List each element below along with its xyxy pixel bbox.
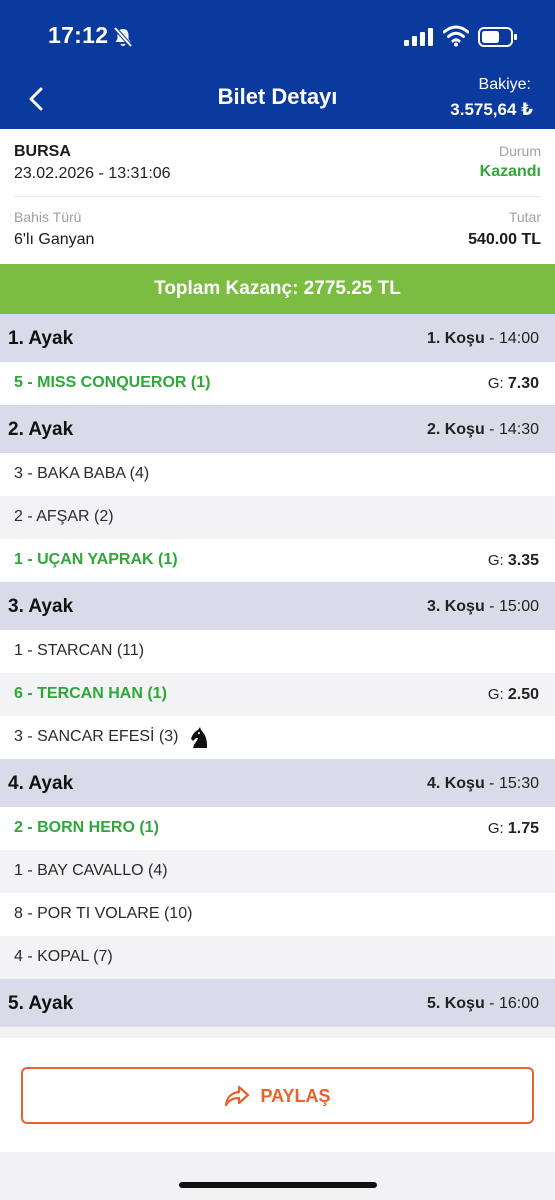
race-time: - 16:00 <box>484 995 539 1012</box>
horse-name: 2 - AFŞAR (2) <box>14 508 114 525</box>
horse-row: 1 - BAY CAVALLO (4) <box>0 850 555 893</box>
share-button[interactable]: PAYLAŞ <box>21 1067 534 1124</box>
bet-type-value: 6'lı Ganyan <box>14 231 95 248</box>
race-time: - 15:30 <box>484 775 539 792</box>
odds-number: 1.75 <box>507 820 539 837</box>
horse-row: 2 - AFŞAR (2) <box>0 496 555 539</box>
leg-race-info: 5. Koşu - 16:00 <box>427 995 539 1013</box>
race-number: 4. Koşu <box>426 775 485 792</box>
amount-value: 540.00 TL <box>468 231 541 248</box>
horse-name: 1 - UÇAN YAPRAK (1) <box>14 551 178 568</box>
race-number: 2. Koşu <box>426 421 485 438</box>
leg-race-info: 4. Koşu - 15:30 <box>427 775 539 793</box>
odds-value: G: 2.50 <box>488 686 539 704</box>
wifi-icon <box>443 25 469 47</box>
odds-prefix: G: <box>487 375 504 392</box>
share-arrow-icon <box>225 1086 250 1107</box>
odds-value: G: 7.30 <box>488 375 539 393</box>
leg-title: 4. Ayak <box>8 773 74 794</box>
odds-number: 2.50 <box>507 686 539 703</box>
signal-icon <box>404 28 433 46</box>
horse-row: 8 - POR TI VOLARE (10) <box>0 893 555 936</box>
status-bar: 17:12 <box>0 0 555 72</box>
race-number: 3. Koşu <box>426 598 485 615</box>
leg-header: 5. Ayak 5. Koşu - 16:00 <box>0 979 555 1027</box>
odds-prefix: G: <box>487 686 504 703</box>
leg-header: 4. Ayak 4. Koşu - 15:30 <box>0 759 555 807</box>
race-number: 1. Koşu <box>426 330 485 347</box>
legs-list[interactable]: 1. Ayak 1. Koşu - 14:00 5 - MISS CONQUEROR… <box>0 314 555 1038</box>
odds-number: 3.35 <box>507 552 539 569</box>
leg-race-info: 3. Koşu - 15:00 <box>427 598 539 616</box>
race-number: 5. Koşu <box>426 995 485 1012</box>
winning-horse-row: 5 - MISS CONQUEROR (1) G: 7.30 <box>0 362 555 405</box>
status-label: Durum <box>498 143 541 159</box>
leg-header: 1. Ayak 1. Koşu - 14:00 <box>0 314 555 362</box>
horse-name: 1 - BAY CAVALLO (4) <box>14 862 168 879</box>
battery-icon <box>478 27 517 47</box>
horse-name: 8 - POR TI VOLARE (10) <box>14 905 193 922</box>
bet-type-label: Bahis Türü <box>14 209 82 225</box>
leg-race-info: 1. Koşu - 14:00 <box>427 330 539 348</box>
leg-header: 2. Ayak 2. Koşu - 14:30 <box>0 405 555 453</box>
ticket-city: BURSA <box>14 143 71 160</box>
horse-name: 2 - BORN HERO (1) <box>14 819 159 836</box>
race-time: - 14:30 <box>484 421 539 438</box>
odds-value: G: 1.75 <box>488 820 539 838</box>
bottom-safe-area <box>0 1152 555 1200</box>
leg-race-info: 2. Koşu - 14:30 <box>427 421 539 439</box>
horse-row: 4 - KOPAL (7) <box>0 936 555 979</box>
leg-title: 3. Ayak <box>8 596 74 617</box>
ticket-datetime: 23.02.2026 - 13:31:06 <box>14 165 171 182</box>
horse-name: 5 - MISS CONQUEROR (1) <box>14 374 211 391</box>
horse-row: 3 - BAKA BABA (4) <box>0 453 555 496</box>
winning-horse-row: 6 - TERCAN HAN (1) G: 2.50 <box>0 673 555 716</box>
leg-title: 2. Ayak <box>8 419 74 440</box>
share-label: PAYLAŞ <box>260 1085 331 1106</box>
leg-header: 3. Ayak 3. Koşu - 15:00 <box>0 582 555 630</box>
horse-row: 1 - STARCAN (11) <box>0 630 555 673</box>
balance-label: Bakiye: <box>478 76 531 93</box>
horse-row: 3 - SANCAR EFESİ (3) <box>0 716 555 759</box>
status-value: Kazandı <box>479 163 541 180</box>
ticket-info-row: BURSA 23.02.2026 - 13:31:06 Durum Kazand… <box>14 141 541 197</box>
race-time: - 15:00 <box>484 598 539 615</box>
footer: PAYLAŞ <box>0 1038 555 1152</box>
race-time: - 14:00 <box>484 330 539 347</box>
horse-name: 1 - STARCAN (11) <box>14 642 145 659</box>
ticket-bet-row: Bahis Türü 6'lı Ganyan Tutar 540.00 TL <box>14 207 541 263</box>
horse-name: 3 - SANCAR EFESİ (3) <box>14 728 179 745</box>
balance-value: 3.575,64 ₺ <box>450 100 533 119</box>
winning-horse-row: 2 - BORN HERO (1) G: 1.75 <box>0 807 555 850</box>
odds-value: G: 3.35 <box>488 552 539 570</box>
horse-name: 4 - KOPAL (7) <box>14 948 113 965</box>
amount-label: Tutar <box>508 209 541 225</box>
leg-title: 5. Ayak <box>8 993 74 1014</box>
horse-name: 3 - BAKA BABA (4) <box>14 465 150 482</box>
share-button-content: PAYLAŞ <box>23 1085 532 1107</box>
total-winnings-bar: Toplam Kazanç: 2775.25 TL <box>0 264 555 314</box>
knight-icon <box>188 726 212 750</box>
home-indicator[interactable] <box>179 1182 377 1188</box>
horse-name: 6 - TERCAN HAN (1) <box>14 685 167 702</box>
nav-bar: Bilet Detayı Bakiye: 3.575,64 ₺ <box>0 72 555 129</box>
winning-horse-row: 1 - UÇAN YAPRAK (1) G: 3.35 <box>0 539 555 582</box>
status-time: 17:12 <box>48 22 109 48</box>
odds-prefix: G: <box>487 552 504 569</box>
bell-muted-icon <box>113 26 133 48</box>
leg-title: 1. Ayak <box>8 328 74 349</box>
ticket-info-card: BURSA 23.02.2026 - 13:31:06 Durum Kazand… <box>0 129 555 264</box>
odds-prefix: G: <box>487 820 504 837</box>
odds-number: 7.30 <box>507 375 539 392</box>
